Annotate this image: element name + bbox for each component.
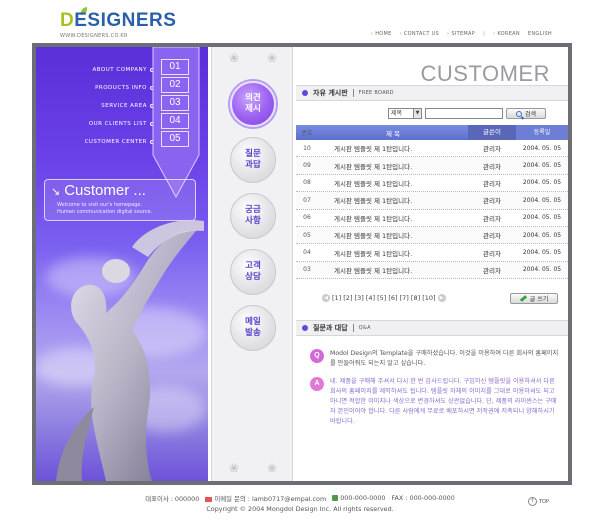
menu-number-04[interactable]: 04 — [161, 113, 189, 129]
search-bar: 제목 ▼ 검색 — [388, 108, 546, 119]
lang-english[interactable]: ENGLISH — [528, 31, 552, 37]
divider — [352, 324, 354, 332]
divider — [352, 89, 354, 97]
arrow-down-right-icon: ↘ — [51, 186, 61, 198]
customer-banner-title: ↘ Customer ... — [51, 182, 146, 199]
page-links[interactable]: [1] [2] [3] [4] [5] [6] [7] [8] [10] — [332, 294, 436, 302]
bullet-icon — [302, 325, 308, 331]
menu-customer-center[interactable]: CUSTOMER CENTER — [36, 133, 156, 151]
free-board-header: 자유 게시판 FREE BOARD — [296, 85, 568, 101]
opinion-button[interactable]: 의견 제시 — [230, 81, 276, 127]
arrow-icon: › — [447, 31, 450, 37]
footer-rep: 대표이사 : 000000 — [145, 495, 200, 503]
footer-email[interactable]: 이메일 문의 : lamb0717@empal.com — [205, 494, 326, 503]
table-row[interactable]: 06 게시판 템플릿 제 1탄입니다. 관리자 2004. 05. 05 — [296, 210, 568, 227]
qa-question: Q Modol Design의 Template을 구매하셨습니다. 이것을 이… — [310, 349, 560, 369]
menu-number-02[interactable]: 02 — [161, 77, 189, 93]
question-text: Modol Design의 Template을 구매하셨습니다. 이것을 이용하… — [330, 350, 559, 367]
nav-sitemap[interactable]: › SITEMAP — [447, 31, 475, 37]
menu-number-01[interactable]: 01 — [161, 59, 189, 75]
search-icon — [515, 110, 522, 117]
table-row[interactable]: 04 게시판 템플릿 제 1탄입니다. 관리자 2004. 05. 05 — [296, 244, 568, 262]
ornament-icon: ❀ — [228, 51, 240, 65]
footer: 대표이사 : 000000 이메일 문의 : lamb0717@empal.co… — [0, 494, 600, 513]
consultation-button[interactable]: 고객 상담 — [230, 249, 276, 295]
menu-service-area[interactable]: SERVICE AREA — [36, 97, 156, 115]
menu-our-clients-list[interactable]: OUR CLIENTS LIST — [36, 115, 156, 133]
footer-fax: FAX : 000-000-0000 — [391, 494, 455, 502]
arrow-icon: › — [370, 31, 374, 37]
table-row[interactable]: 03 게시판 템플릿 제 1탄입니다. 관리자 2004. 05. 05 — [296, 261, 568, 280]
main-frame: ABOUT COMPANY PRODUCTS INFO SERVICE AREA… — [32, 43, 572, 485]
copyright: Copyright © 2004 Mongdol Design Inc. All… — [206, 505, 394, 513]
nav-home[interactable]: › HOME — [371, 31, 392, 37]
frame-inner: ABOUT COMPANY PRODUCTS INFO SERVICE AREA… — [36, 47, 568, 481]
table-header: 번호 제 목 글쓴이 등록일 — [296, 125, 568, 140]
footer-contact: 대표이사 : 000000 이메일 문의 : lamb0717@empal.co… — [0, 494, 600, 503]
footer-phone: 000-000-0000 — [332, 494, 385, 503]
statue-image — [56, 220, 204, 481]
bullet-icon — [302, 90, 308, 96]
column-author: 글쓴이 — [468, 125, 516, 140]
lang-korean[interactable]: › KOREAN — [493, 31, 520, 37]
section-title: 자유 게시판 — [313, 89, 348, 97]
board-table: 번호 제 목 글쓴이 등록일 10 게시판 템플릿 제 1탄입니다. 관리자 2004… — [296, 125, 568, 280]
section-subtitle: FREE BOARD — [358, 90, 394, 96]
section-title: 질문과 대답 — [313, 324, 348, 332]
content-area: CUSTOMER 자유 게시판 FREE BOARD 제목 ▼ 검색 번호 제 목… — [296, 47, 568, 481]
table-row[interactable]: 07 게시판 템플릿 제 1탄입니다. 관리자 2004. 05. 05 — [296, 192, 568, 210]
section-subtitle: Q&A — [358, 325, 371, 331]
arrow-icon: › — [493, 31, 496, 37]
nav-divider: | — [483, 31, 486, 37]
back-to-top-button[interactable]: ↑ TOP — [528, 497, 549, 506]
search-button[interactable]: 검색 — [506, 108, 546, 119]
pagination: ◀ [1] [2] [3] [4] [5] [6] [7] [8] [10] ▶ — [322, 294, 446, 302]
inquiry-button[interactable]: 궁금 사항 — [230, 193, 276, 239]
logo[interactable]: DESIGNERS WWW.DESIGNERS.CO.KR — [60, 6, 180, 42]
send-mail-button[interactable]: 메일 발송 — [230, 305, 276, 351]
search-field-select[interactable]: 제목 ▼ — [388, 108, 422, 119]
prev-page-icon[interactable]: ◀ — [322, 294, 330, 302]
menu-about-company[interactable]: ABOUT COMPANY — [36, 61, 156, 79]
phone-icon — [332, 495, 339, 501]
table-row[interactable]: 09 게시판 템플릿 제 1탄입니다. 관리자 2004. 05. 05 — [296, 157, 568, 175]
question-answer-button[interactable]: 질문 과답 — [230, 137, 276, 183]
menu-products-info[interactable]: PRODUCTS INFO — [36, 79, 156, 97]
menu-number-03[interactable]: 03 — [161, 95, 189, 111]
qa-answer: A 네. 제품을 구매해 주셔서 다시 한 번 감사드립니다. 구입하신 템플릿… — [310, 377, 560, 427]
pencil-icon — [519, 295, 527, 302]
side-button-column: ❀ ❀ 의견 제시 질문 과답 궁금 사항 고객 상담 메일 발송 ❀ ❀ — [211, 47, 293, 481]
arrow-icon: › — [399, 31, 402, 37]
column-title: 제 목 — [385, 129, 401, 138]
ornament-icon: ❀ — [266, 461, 278, 475]
logo-url: WWW.DESIGNERS.CO.KR — [60, 33, 128, 39]
menu-number-05[interactable]: 05 — [161, 131, 189, 147]
top-navigation: › HOME › CONTACT US › SITEMAP | › KOREAN ENG… — [371, 31, 552, 37]
page-title: CUSTOMER — [420, 61, 550, 86]
qa-header: 질문과 대답 Q&A — [296, 320, 568, 336]
chevron-down-icon: ▼ — [413, 109, 421, 118]
table-row[interactable]: 08 게시판 템플릿 제 1탄입니다. 관리자 2004. 05. 05 — [296, 175, 568, 193]
table-row[interactable]: 05 게시판 템플릿 제 1탄입니다. 관리자 2004. 05. 05 — [296, 226, 568, 245]
ornament-icon: ❀ — [266, 51, 278, 65]
left-menu: ABOUT COMPANY PRODUCTS INFO SERVICE AREA… — [36, 61, 156, 151]
logo-wordmark: DESIGNERS — [60, 10, 177, 31]
column-date: 등록일 — [516, 125, 568, 140]
left-visual-panel: ABOUT COMPANY PRODUCTS INFO SERVICE AREA… — [36, 47, 208, 481]
write-button[interactable]: 글 쓰기 — [510, 293, 558, 304]
table-row[interactable]: 10 게시판 템플릿 제 1탄입니다. 관리자 2004. 05. 05 — [296, 140, 568, 158]
ornament-icon: ❀ — [228, 461, 240, 475]
answer-badge-icon: A — [310, 377, 324, 391]
arrow-up-icon: ↑ — [528, 497, 537, 506]
search-input[interactable] — [425, 108, 503, 119]
next-page-icon[interactable]: ▶ — [437, 294, 446, 302]
question-badge-icon: Q — [310, 349, 324, 363]
column-no: 번호 — [301, 130, 313, 137]
mail-icon — [205, 496, 213, 502]
nav-contact-us[interactable]: › CONTACT US — [400, 31, 439, 37]
answer-text: 네. 제품을 구매해 주셔서 다시 한 번 감사드립니다. 구입하신 템플릿을 … — [330, 378, 557, 425]
